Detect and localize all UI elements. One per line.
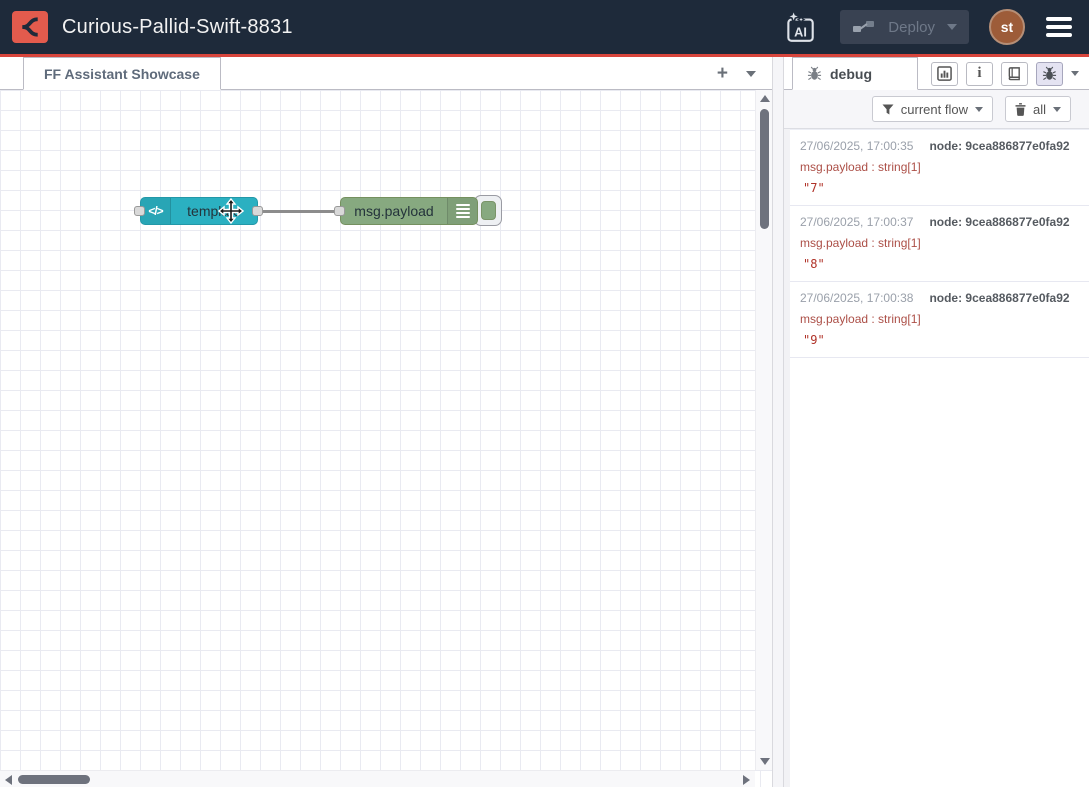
sidebar-splitter[interactable] xyxy=(772,57,784,787)
avatar-initials: st xyxy=(1001,19,1013,35)
message-node-id[interactable]: node: 9cea886877e0fa92 xyxy=(929,139,1069,153)
workspace-canvas[interactable]: </> template msg.payload xyxy=(0,90,772,787)
add-flow-button[interactable]: + xyxy=(717,64,728,83)
info-button[interactable]: i xyxy=(966,62,993,86)
sidebar: debug i xyxy=(784,57,1089,787)
bar-chart-icon xyxy=(937,66,952,81)
vertical-scroll-thumb[interactable] xyxy=(760,109,769,229)
deploy-caret-icon[interactable] xyxy=(947,24,957,30)
clear-dropdown-label: all xyxy=(1033,102,1046,117)
node-template-label: template xyxy=(171,203,257,219)
debug-toggle-button[interactable] xyxy=(474,195,502,226)
message-property[interactable]: msg.payload : string[1] xyxy=(800,160,1079,174)
deploy-label: Deploy xyxy=(888,19,935,36)
node-msg-payload[interactable]: msg.payload xyxy=(340,197,478,225)
message-node-id[interactable]: node: 9cea886877e0fa92 xyxy=(929,215,1069,229)
debug-message[interactable]: 27/06/2025, 17:00:37 node: 9cea886877e0f… xyxy=(790,206,1089,282)
header: Curious-Pallid-Swift-8831 AI Deploy st xyxy=(0,0,1089,57)
filter-icon xyxy=(882,104,894,115)
port-template-output[interactable] xyxy=(252,206,263,216)
port-debug-input[interactable] xyxy=(334,206,345,216)
debug-toggle-state xyxy=(481,201,496,220)
filter-dropdown-label: current flow xyxy=(901,102,968,117)
trash-icon xyxy=(1015,103,1026,116)
flow-editor: FF Assistant Showcase + </> template xyxy=(0,57,772,787)
scroll-up-arrow-icon[interactable] xyxy=(760,95,770,102)
deploy-icon xyxy=(852,19,876,35)
help-button[interactable] xyxy=(1001,62,1028,86)
message-timestamp: 27/06/2025, 17:00:38 xyxy=(800,291,913,305)
debug-toolbar: current flow all xyxy=(784,90,1089,129)
clear-caret-icon xyxy=(1053,107,1061,112)
flow-list-caret-icon[interactable] xyxy=(746,71,756,77)
debug-panel-button[interactable] xyxy=(1036,62,1063,86)
debug-message-list: 27/06/2025, 17:00:35 node: 9cea886877e0f… xyxy=(784,129,1089,787)
tab-ff-assistant-showcase[interactable]: FF Assistant Showcase xyxy=(23,57,221,90)
message-property[interactable]: msg.payload : string[1] xyxy=(800,236,1079,250)
horizontal-scroll-thumb[interactable] xyxy=(18,775,90,784)
node-msg-payload-label: msg.payload xyxy=(341,203,447,219)
deploy-button[interactable]: Deploy xyxy=(840,10,969,44)
sidebar-menu-caret-icon[interactable] xyxy=(1071,71,1079,76)
bug-icon xyxy=(1042,66,1057,81)
sidebar-tab-bar: debug i xyxy=(784,57,1089,90)
clear-dropdown[interactable]: all xyxy=(1005,96,1071,122)
horizontal-scrollbar[interactable] xyxy=(0,770,755,787)
code-icon: </> xyxy=(141,198,171,224)
branch-icon xyxy=(19,16,41,38)
ai-assistant-button[interactable]: AI xyxy=(780,7,820,47)
message-timestamp: 27/06/2025, 17:00:37 xyxy=(800,215,913,229)
wire-template-to-debug[interactable] xyxy=(261,210,341,213)
ai-sparkle-icon: AI xyxy=(782,9,818,45)
move-cursor-icon xyxy=(218,198,244,224)
scroll-right-arrow-icon[interactable] xyxy=(743,775,750,785)
sidebar-tab-label: debug xyxy=(830,66,872,82)
scroll-down-arrow-icon[interactable] xyxy=(760,758,770,765)
page-title: Curious-Pallid-Swift-8831 xyxy=(62,16,293,39)
svg-text:AI: AI xyxy=(794,26,807,40)
filter-caret-icon xyxy=(975,107,983,112)
message-node-id[interactable]: node: 9cea886877e0fa92 xyxy=(929,291,1069,305)
hamburger-menu-icon[interactable] xyxy=(1045,16,1073,38)
filter-dropdown[interactable]: current flow xyxy=(872,96,993,122)
bug-icon xyxy=(807,66,822,81)
message-value[interactable]: "7" xyxy=(800,181,1079,195)
flow-tab-bar: FF Assistant Showcase + xyxy=(0,57,772,90)
message-timestamp: 27/06/2025, 17:00:35 xyxy=(800,139,913,153)
message-value[interactable]: "8" xyxy=(800,257,1079,271)
book-icon xyxy=(1007,66,1022,81)
debug-list-icon xyxy=(447,198,477,224)
avatar[interactable]: st xyxy=(989,9,1025,45)
vertical-scrollbar[interactable] xyxy=(755,90,772,770)
flowfuse-logo-icon xyxy=(12,11,48,43)
flow-tab-label: FF Assistant Showcase xyxy=(44,66,200,82)
port-template-input[interactable] xyxy=(134,206,145,216)
debug-message[interactable]: 27/06/2025, 17:00:38 node: 9cea886877e0f… xyxy=(790,282,1089,358)
tab-debug[interactable]: debug xyxy=(792,57,918,90)
scroll-left-arrow-icon[interactable] xyxy=(5,775,12,785)
debug-message[interactable]: 27/06/2025, 17:00:35 node: 9cea886877e0f… xyxy=(790,129,1089,206)
message-value[interactable]: "9" xyxy=(800,333,1079,347)
info-icon: i xyxy=(977,66,981,81)
dashboard-chart-button[interactable] xyxy=(931,62,958,86)
message-property[interactable]: msg.payload : string[1] xyxy=(800,312,1079,326)
